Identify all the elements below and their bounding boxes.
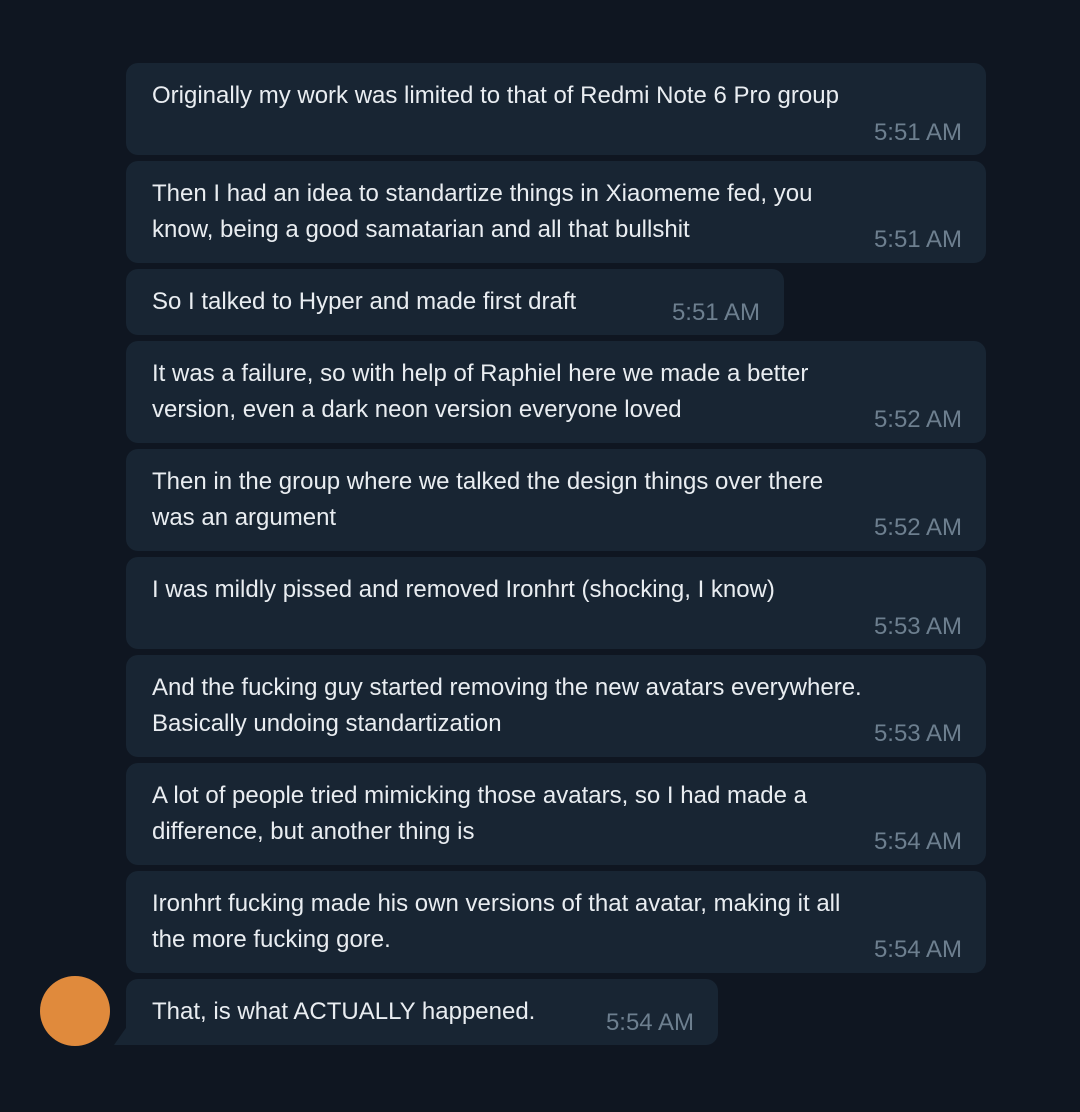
message-text: Originally my work was limited to that o… xyxy=(152,82,839,109)
message-bubble[interactable]: It was a failure, so with help of Raphie… xyxy=(126,341,986,443)
message-bubble[interactable]: Then I had an idea to standartize things… xyxy=(126,161,986,263)
message-text: Ironhrt fucking made his own versions of… xyxy=(152,890,841,953)
message-time: 5:52 AM xyxy=(873,514,962,541)
message-bubble[interactable]: A lot of people tried mimicking those av… xyxy=(126,763,986,865)
message-bubble[interactable]: That, is what ACTUALLY happened. 5:54 AM xyxy=(126,979,718,1045)
message-text: Then I had an idea to standartize things… xyxy=(152,180,813,243)
message-time: 5:54 AM xyxy=(873,936,962,963)
message-bubble[interactable]: Originally my work was limited to that o… xyxy=(126,63,986,155)
message-time: 5:53 AM xyxy=(873,720,962,747)
message-text: So I talked to Hyper and made first draf… xyxy=(152,288,577,315)
message-time: 5:51 AM xyxy=(873,226,962,253)
chat-view: Originally my work was limited to that o… xyxy=(0,0,1080,1112)
message-bubble[interactable]: I was mildly pissed and removed Ironhrt … xyxy=(126,557,986,649)
message-time: 5:52 AM xyxy=(873,406,962,433)
sender-avatar[interactable] xyxy=(40,976,110,1046)
message-text: A lot of people tried mimicking those av… xyxy=(152,782,808,845)
message-bubble[interactable]: So I talked to Hyper and made first draf… xyxy=(126,269,784,335)
message-text: Then in the group where we talked the de… xyxy=(152,468,824,531)
message-time: 5:54 AM xyxy=(605,1009,694,1036)
message-time: 5:51 AM xyxy=(671,299,760,326)
message-time: 5:53 AM xyxy=(873,613,962,640)
message-text: And the fucking guy started removing the… xyxy=(152,674,862,737)
message-text: It was a failure, so with help of Raphie… xyxy=(152,360,809,423)
message-text: I was mildly pissed and removed Ironhrt … xyxy=(152,576,775,603)
message-bubble[interactable]: Then in the group where we talked the de… xyxy=(126,449,986,551)
message-bubble[interactable]: Ironhrt fucking made his own versions of… xyxy=(126,871,986,973)
message-bubble[interactable]: And the fucking guy started removing the… xyxy=(126,655,986,757)
message-time: 5:54 AM xyxy=(873,828,962,855)
message-time: 5:51 AM xyxy=(873,119,962,146)
